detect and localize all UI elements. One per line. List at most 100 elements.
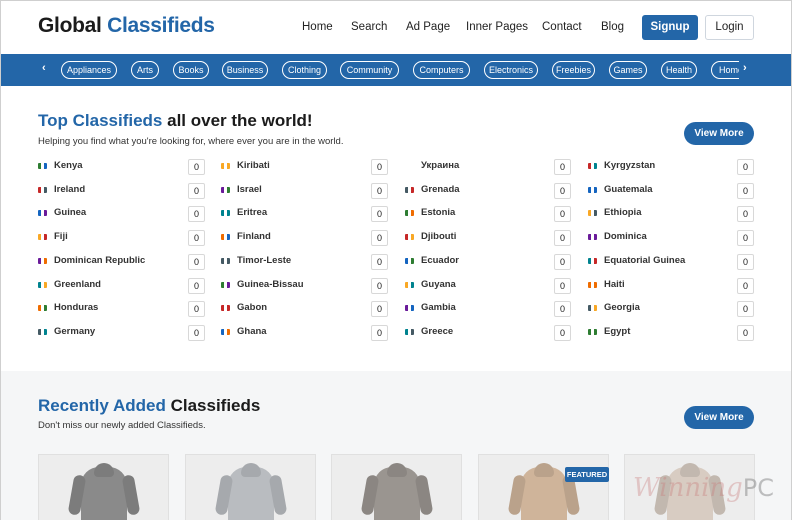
country-item[interactable]: Finland xyxy=(221,230,361,246)
listing-card[interactable] xyxy=(478,454,609,520)
country-item[interactable]: Eritrea xyxy=(221,206,361,222)
country-item[interactable]: Timor-Leste xyxy=(221,254,361,270)
country-item[interactable]: Dominican Republic xyxy=(38,254,178,270)
category-pill[interactable]: Electronics xyxy=(484,61,538,79)
country-item[interactable]: Equatorial Guinea xyxy=(588,254,728,270)
chevron-right-icon[interactable]: › xyxy=(743,62,747,74)
country-count: 0 xyxy=(188,230,205,246)
category-pill[interactable]: Games xyxy=(609,61,647,79)
country-count: 0 xyxy=(554,159,571,175)
country-name: Honduras xyxy=(54,302,99,313)
country-item[interactable]: Germany xyxy=(38,325,178,341)
country-item[interactable]: Grenada xyxy=(405,183,545,199)
flag-icon xyxy=(405,305,414,311)
country-name: Georgia xyxy=(604,302,640,313)
country-item[interactable]: Guinea-Bissau xyxy=(221,278,361,294)
country-item[interactable]: Honduras xyxy=(38,301,178,317)
category-pill[interactable]: Arts xyxy=(131,61,159,79)
jacket-arm-r xyxy=(268,474,288,516)
category-pill[interactable]: Home xyxy=(711,61,739,79)
country-item[interactable]: Georgia xyxy=(588,301,728,317)
category-pill[interactable]: Freebies xyxy=(552,61,595,79)
jacket-image xyxy=(214,463,288,520)
site-logo[interactable]: Global Classifieds xyxy=(38,14,215,38)
country-item[interactable]: Украина xyxy=(405,159,545,175)
country-name: Germany xyxy=(54,326,96,337)
country-name: Estonia xyxy=(421,207,456,218)
view-more-button[interactable]: View More xyxy=(684,122,754,145)
country-count: 0 xyxy=(188,206,205,222)
country-name: Ecuador xyxy=(421,255,460,266)
flag-icon xyxy=(38,258,47,264)
nav-ad-page[interactable]: Ad Page xyxy=(406,21,450,33)
listing-card[interactable] xyxy=(38,454,169,520)
country-count: 0 xyxy=(371,278,388,294)
country-count: 0 xyxy=(554,206,571,222)
country-count: 0 xyxy=(737,325,754,341)
listing-card[interactable] xyxy=(331,454,462,520)
country-item[interactable]: Estonia xyxy=(405,206,545,222)
country-item[interactable]: Ireland xyxy=(38,183,178,199)
nav-inner-pages[interactable]: Inner Pages xyxy=(466,21,528,33)
flag-icon xyxy=(221,329,230,335)
watermark-pc: PC xyxy=(742,474,775,502)
featured-badge: FEATURED xyxy=(565,467,609,482)
category-pill[interactable]: Community xyxy=(340,61,399,79)
nav-blog[interactable]: Blog xyxy=(601,21,624,33)
country-item[interactable]: Greece xyxy=(405,325,545,341)
nav-search[interactable]: Search xyxy=(351,21,387,33)
category-pill[interactable]: Computers xyxy=(413,61,470,79)
country-item[interactable]: Kiribati xyxy=(221,159,361,175)
country-item[interactable]: Guyana xyxy=(405,278,545,294)
country-item[interactable]: Guatemala xyxy=(588,183,728,199)
country-name: Eritrea xyxy=(237,207,268,218)
flag-icon xyxy=(588,234,597,240)
country-item[interactable]: Greenland xyxy=(38,278,178,294)
country-item[interactable]: Djibouti xyxy=(405,230,545,246)
country-name: Equatorial Guinea xyxy=(604,255,686,266)
chevron-left-icon[interactable]: ‹ xyxy=(42,62,46,74)
jacket-arm-r xyxy=(414,474,434,516)
country-item[interactable]: Kenya xyxy=(38,159,178,175)
country-item[interactable]: Ghana xyxy=(221,325,361,341)
flag-icon xyxy=(405,210,414,216)
country-item[interactable]: Dominica xyxy=(588,230,728,246)
country-item[interactable]: Kyrgyzstan xyxy=(588,159,728,175)
nav-contact[interactable]: Contact xyxy=(542,21,582,33)
country-item[interactable]: Gabon xyxy=(221,301,361,317)
category-pill[interactable]: Health xyxy=(661,61,697,79)
recent-title-rest: Classifieds xyxy=(170,396,261,415)
country-item[interactable]: Egypt xyxy=(588,325,728,341)
listing-card[interactable] xyxy=(185,454,316,520)
country-item[interactable]: Gambia xyxy=(405,301,545,317)
country-item[interactable]: Ecuador xyxy=(405,254,545,270)
country-name: Ireland xyxy=(54,184,86,195)
category-pill[interactable]: Clothing xyxy=(282,61,327,79)
jacket-arm-l xyxy=(507,474,527,516)
flag-icon xyxy=(588,329,597,335)
country-name: Dominica xyxy=(604,231,647,242)
recent-title-accent: Recently Added xyxy=(38,396,166,415)
category-pill[interactable]: Books xyxy=(173,61,209,79)
country-item[interactable]: Fiji xyxy=(38,230,178,246)
nav-home[interactable]: Home xyxy=(302,21,333,33)
country-name: Fiji xyxy=(54,231,68,242)
country-name: Kyrgyzstan xyxy=(604,160,656,171)
flag-icon xyxy=(405,282,414,288)
country-name: Guatemala xyxy=(604,184,653,195)
country-item[interactable]: Haiti xyxy=(588,278,728,294)
country-count: 0 xyxy=(737,159,754,175)
recent-view-more-button[interactable]: View More xyxy=(684,406,754,429)
flag-icon xyxy=(588,163,597,169)
category-pill[interactable]: Business xyxy=(222,61,268,79)
signup-button[interactable]: Signup xyxy=(642,15,698,40)
category-pill[interactable]: Appliances xyxy=(61,61,117,79)
login-button[interactable]: Login xyxy=(705,15,754,40)
country-item[interactable]: Ethiopia xyxy=(588,206,728,222)
country-item[interactable]: Guinea xyxy=(38,206,178,222)
country-name: Egypt xyxy=(604,326,631,337)
flag-icon xyxy=(221,187,230,193)
country-count: 0 xyxy=(737,206,754,222)
country-item[interactable]: Israel xyxy=(221,183,361,199)
country-count: 0 xyxy=(188,254,205,270)
